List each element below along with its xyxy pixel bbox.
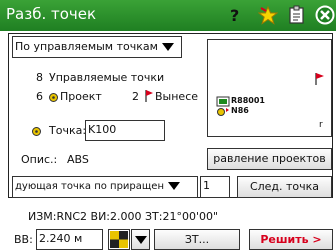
- solve-button-label: Решить >: [260, 233, 322, 246]
- solve-button[interactable]: Решить >: [249, 229, 333, 250]
- increment-input-value: 1: [203, 179, 210, 192]
- managed-count: 8: [36, 71, 43, 84]
- next-mode-select-value: дующая точка по приращен: [15, 181, 164, 192]
- project-count: 6: [36, 90, 43, 103]
- map-preview[interactable]: R88001 N86 r: [207, 39, 332, 137]
- map-point-label: R88001: [231, 96, 265, 105]
- next-point-button[interactable]: След. точка: [237, 176, 332, 198]
- zt-button-label: ЗТ...: [184, 233, 210, 246]
- next-mode-select[interactable]: дующая точка по приращен: [12, 176, 198, 198]
- direction-button[interactable]: равление проектов: [207, 148, 332, 170]
- chevron-down-icon: [161, 43, 174, 51]
- increment-input[interactable]: 1: [200, 176, 230, 198]
- point-label: Точка:: [49, 124, 87, 137]
- bb-input[interactable]: 2.240 м: [36, 229, 103, 250]
- project-point-icon: [49, 93, 58, 102]
- staked-label: Вынесе: [155, 90, 199, 103]
- clipboard-icon[interactable]: [288, 5, 306, 25]
- status-line: ИЗМ:RNC2 ВИ:2.000 ЗТ:21°00'00": [28, 210, 219, 223]
- staked-count: 2: [132, 90, 139, 103]
- map-point-sublabel: N86: [231, 106, 249, 115]
- close-icon[interactable]: [315, 5, 335, 25]
- target-icon[interactable]: [108, 229, 130, 250]
- project-label: Проект: [60, 90, 102, 103]
- window-title: Разб. точек: [6, 5, 97, 23]
- map-point-icon: [216, 96, 230, 116]
- stakeout-panel: По управляемым точкам 8 Управляемые точк…: [8, 33, 333, 198]
- zt-button[interactable]: ЗТ...: [154, 229, 240, 250]
- chevron-down-icon: [168, 182, 180, 190]
- managed-label: Управляемые точки: [49, 71, 165, 84]
- target-dropdown-button[interactable]: [131, 229, 150, 250]
- point-input[interactable]: K100: [85, 120, 165, 141]
- bb-label: ВВ:: [14, 233, 33, 246]
- flag-icon: [145, 90, 153, 102]
- direction-button-label: равление проектов: [213, 152, 326, 165]
- star-icon[interactable]: [258, 5, 278, 25]
- next-point-button-label: След. точка: [249, 180, 320, 193]
- point-icon: [32, 127, 41, 136]
- title-bar: Разб. точек ?: [0, 0, 336, 31]
- description-value: ABS: [67, 153, 89, 166]
- description-label: Опис.:: [21, 153, 58, 166]
- map-flag-icon: [315, 73, 324, 85]
- map-axis-label: r: [319, 120, 323, 130]
- bb-input-value: 2.240 м: [39, 232, 83, 245]
- mode-select-value: По управляемым точкам: [15, 40, 158, 53]
- svg-text:?: ?: [230, 6, 239, 25]
- point-input-value: K100: [88, 123, 117, 136]
- chevron-down-icon: [134, 236, 147, 244]
- mode-select[interactable]: По управляемым точкам: [12, 36, 182, 58]
- help-icon[interactable]: ?: [227, 5, 243, 25]
